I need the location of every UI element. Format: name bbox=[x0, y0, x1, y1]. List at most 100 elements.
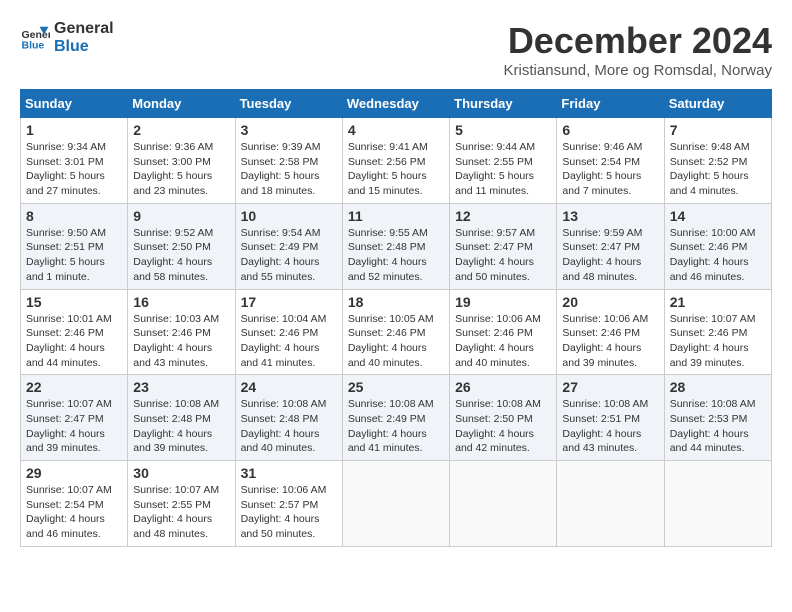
calendar-week-5: 29 Sunrise: 10:07 AM Sunset: 2:54 PM Day… bbox=[21, 461, 772, 547]
calendar-cell: 29 Sunrise: 10:07 AM Sunset: 2:54 PM Day… bbox=[21, 461, 128, 547]
day-info: Sunrise: 10:00 AM Sunset: 2:46 PM Daylig… bbox=[670, 226, 766, 285]
day-info: Sunrise: 10:05 AM Sunset: 2:46 PM Daylig… bbox=[348, 312, 444, 371]
daylight-label: Daylight: 4 hours and 41 minutes. bbox=[348, 428, 427, 455]
calendar-cell: 24 Sunrise: 10:08 AM Sunset: 2:48 PM Day… bbox=[235, 375, 342, 461]
day-number: 4 bbox=[348, 122, 444, 138]
day-info: Sunrise: 10:06 AM Sunset: 2:57 PM Daylig… bbox=[241, 483, 337, 542]
daylight-label: Daylight: 4 hours and 50 minutes. bbox=[455, 256, 534, 283]
calendar-week-3: 15 Sunrise: 10:01 AM Sunset: 2:46 PM Day… bbox=[21, 289, 772, 375]
sunrise-label: Sunrise: 10:04 AM bbox=[241, 313, 327, 325]
weekday-header-tuesday: Tuesday bbox=[235, 90, 342, 118]
daylight-label: Daylight: 4 hours and 40 minutes. bbox=[241, 428, 320, 455]
day-number: 3 bbox=[241, 122, 337, 138]
day-number: 8 bbox=[26, 208, 122, 224]
daylight-label: Daylight: 4 hours and 39 minutes. bbox=[562, 342, 641, 369]
daylight-label: Daylight: 4 hours and 39 minutes. bbox=[133, 428, 212, 455]
sunrise-label: Sunrise: 10:07 AM bbox=[133, 484, 219, 496]
logo-icon: General Blue bbox=[20, 23, 50, 53]
sunrise-label: Sunrise: 9:44 AM bbox=[455, 141, 535, 153]
daylight-label: Daylight: 5 hours and 23 minutes. bbox=[133, 170, 212, 197]
calendar-cell: 2 Sunrise: 9:36 AM Sunset: 3:00 PM Dayli… bbox=[128, 118, 235, 204]
calendar-week-4: 22 Sunrise: 10:07 AM Sunset: 2:47 PM Day… bbox=[21, 375, 772, 461]
day-number: 12 bbox=[455, 208, 551, 224]
day-info: Sunrise: 10:07 AM Sunset: 2:55 PM Daylig… bbox=[133, 483, 229, 542]
daylight-label: Daylight: 4 hours and 48 minutes. bbox=[133, 513, 212, 540]
daylight-label: Daylight: 4 hours and 43 minutes. bbox=[133, 342, 212, 369]
calendar-cell: 15 Sunrise: 10:01 AM Sunset: 2:46 PM Day… bbox=[21, 289, 128, 375]
sunset-label: Sunset: 2:54 PM bbox=[562, 156, 640, 168]
calendar-cell: 27 Sunrise: 10:08 AM Sunset: 2:51 PM Day… bbox=[557, 375, 664, 461]
page-header: General Blue General Blue December 2024 … bbox=[20, 20, 772, 79]
sunset-label: Sunset: 2:46 PM bbox=[562, 327, 640, 339]
calendar-cell: 31 Sunrise: 10:06 AM Sunset: 2:57 PM Day… bbox=[235, 461, 342, 547]
sunset-label: Sunset: 3:00 PM bbox=[133, 156, 211, 168]
sunset-label: Sunset: 2:52 PM bbox=[670, 156, 748, 168]
weekday-header-monday: Monday bbox=[128, 90, 235, 118]
daylight-label: Daylight: 4 hours and 39 minutes. bbox=[26, 428, 105, 455]
sunrise-label: Sunrise: 9:34 AM bbox=[26, 141, 106, 153]
sunset-label: Sunset: 2:48 PM bbox=[241, 413, 319, 425]
day-info: Sunrise: 10:08 AM Sunset: 2:53 PM Daylig… bbox=[670, 397, 766, 456]
day-info: Sunrise: 9:55 AM Sunset: 2:48 PM Dayligh… bbox=[348, 226, 444, 285]
day-number: 9 bbox=[133, 208, 229, 224]
day-info: Sunrise: 10:08 AM Sunset: 2:49 PM Daylig… bbox=[348, 397, 444, 456]
sunset-label: Sunset: 2:48 PM bbox=[348, 241, 426, 253]
day-info: Sunrise: 9:34 AM Sunset: 3:01 PM Dayligh… bbox=[26, 140, 122, 199]
calendar-cell: 19 Sunrise: 10:06 AM Sunset: 2:46 PM Day… bbox=[450, 289, 557, 375]
day-number: 21 bbox=[670, 294, 766, 310]
calendar-cell: 1 Sunrise: 9:34 AM Sunset: 3:01 PM Dayli… bbox=[21, 118, 128, 204]
sunrise-label: Sunrise: 10:07 AM bbox=[26, 484, 112, 496]
sunrise-label: Sunrise: 10:08 AM bbox=[348, 398, 434, 410]
title-section: December 2024 Kristiansund, More og Roms… bbox=[504, 20, 772, 79]
day-info: Sunrise: 9:41 AM Sunset: 2:56 PM Dayligh… bbox=[348, 140, 444, 199]
calendar-week-1: 1 Sunrise: 9:34 AM Sunset: 3:01 PM Dayli… bbox=[21, 118, 772, 204]
day-info: Sunrise: 10:07 AM Sunset: 2:54 PM Daylig… bbox=[26, 483, 122, 542]
day-number: 27 bbox=[562, 379, 658, 395]
calendar-cell: 14 Sunrise: 10:00 AM Sunset: 2:46 PM Day… bbox=[664, 203, 771, 289]
sunset-label: Sunset: 2:51 PM bbox=[26, 241, 104, 253]
sunset-label: Sunset: 2:46 PM bbox=[670, 327, 748, 339]
day-number: 18 bbox=[348, 294, 444, 310]
calendar-cell: 4 Sunrise: 9:41 AM Sunset: 2:56 PM Dayli… bbox=[342, 118, 449, 204]
day-info: Sunrise: 9:57 AM Sunset: 2:47 PM Dayligh… bbox=[455, 226, 551, 285]
day-info: Sunrise: 9:36 AM Sunset: 3:00 PM Dayligh… bbox=[133, 140, 229, 199]
day-info: Sunrise: 10:08 AM Sunset: 2:51 PM Daylig… bbox=[562, 397, 658, 456]
logo-line2: Blue bbox=[54, 38, 114, 56]
day-info: Sunrise: 10:06 AM Sunset: 2:46 PM Daylig… bbox=[455, 312, 551, 371]
day-number: 26 bbox=[455, 379, 551, 395]
daylight-label: Daylight: 5 hours and 4 minutes. bbox=[670, 170, 749, 197]
sunrise-label: Sunrise: 10:08 AM bbox=[455, 398, 541, 410]
day-number: 7 bbox=[670, 122, 766, 138]
day-number: 30 bbox=[133, 465, 229, 481]
day-number: 2 bbox=[133, 122, 229, 138]
sunset-label: Sunset: 2:55 PM bbox=[133, 499, 211, 511]
calendar-cell: 7 Sunrise: 9:48 AM Sunset: 2:52 PM Dayli… bbox=[664, 118, 771, 204]
sunset-label: Sunset: 2:47 PM bbox=[562, 241, 640, 253]
day-number: 19 bbox=[455, 294, 551, 310]
day-number: 24 bbox=[241, 379, 337, 395]
day-info: Sunrise: 9:50 AM Sunset: 2:51 PM Dayligh… bbox=[26, 226, 122, 285]
calendar-table: SundayMondayTuesdayWednesdayThursdayFrid… bbox=[20, 89, 772, 547]
sunrise-label: Sunrise: 10:08 AM bbox=[133, 398, 219, 410]
day-info: Sunrise: 9:39 AM Sunset: 2:58 PM Dayligh… bbox=[241, 140, 337, 199]
sunrise-label: Sunrise: 10:06 AM bbox=[562, 313, 648, 325]
daylight-label: Daylight: 4 hours and 40 minutes. bbox=[348, 342, 427, 369]
daylight-label: Daylight: 4 hours and 52 minutes. bbox=[348, 256, 427, 283]
sunset-label: Sunset: 2:58 PM bbox=[241, 156, 319, 168]
calendar-cell: 11 Sunrise: 9:55 AM Sunset: 2:48 PM Dayl… bbox=[342, 203, 449, 289]
sunset-label: Sunset: 2:51 PM bbox=[562, 413, 640, 425]
daylight-label: Daylight: 4 hours and 46 minutes. bbox=[670, 256, 749, 283]
day-info: Sunrise: 9:46 AM Sunset: 2:54 PM Dayligh… bbox=[562, 140, 658, 199]
sunset-label: Sunset: 2:57 PM bbox=[241, 499, 319, 511]
day-number: 14 bbox=[670, 208, 766, 224]
daylight-label: Daylight: 5 hours and 11 minutes. bbox=[455, 170, 534, 197]
calendar-cell: 20 Sunrise: 10:06 AM Sunset: 2:46 PM Day… bbox=[557, 289, 664, 375]
day-info: Sunrise: 10:04 AM Sunset: 2:46 PM Daylig… bbox=[241, 312, 337, 371]
calendar-cell: 6 Sunrise: 9:46 AM Sunset: 2:54 PM Dayli… bbox=[557, 118, 664, 204]
calendar-cell bbox=[557, 461, 664, 547]
sunset-label: Sunset: 2:46 PM bbox=[348, 327, 426, 339]
logo-line1: General bbox=[54, 20, 114, 38]
sunrise-label: Sunrise: 9:57 AM bbox=[455, 227, 535, 239]
calendar-cell bbox=[342, 461, 449, 547]
sunrise-label: Sunrise: 10:03 AM bbox=[133, 313, 219, 325]
